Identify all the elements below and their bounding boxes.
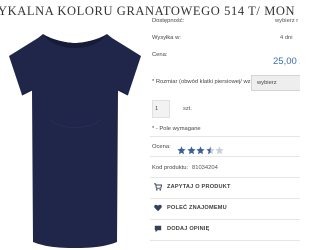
divider bbox=[150, 156, 300, 157]
shipping-value: 4 dni bbox=[280, 35, 293, 41]
size-select[interactable]: wybierz bbox=[251, 75, 300, 91]
quantity-unit: szt. bbox=[183, 106, 193, 112]
quantity-field[interactable] bbox=[152, 100, 170, 118]
cart-icon bbox=[154, 183, 162, 191]
quantity-input[interactable] bbox=[155, 103, 167, 115]
product-title: YKALNA KOLORU GRANATOWEGO 514 T/ MON bbox=[0, 4, 296, 18]
recommend-to-friend-button[interactable]: POLEĆ ZNAJOMEMU bbox=[150, 201, 300, 217]
comment-icon bbox=[154, 225, 162, 233]
size-label: * Rozmiar (obwód klatki piersiowej/ wzro… bbox=[152, 79, 264, 85]
required-note: * - Pole wymagane bbox=[152, 126, 201, 132]
add-review-label: DODAJ OPINIĘ bbox=[167, 226, 210, 232]
shipping-label: Wysyłka w: bbox=[152, 35, 181, 41]
product-code-value: 81034204 bbox=[192, 165, 218, 171]
availability-value: wybierz r bbox=[275, 18, 299, 24]
rating-label: Ocena: bbox=[152, 144, 171, 150]
star-icon bbox=[196, 146, 205, 155]
ask-about-product-label: ZAPYTAJ O PRODUKT bbox=[167, 184, 231, 190]
product-code-label: Kod produktu: bbox=[152, 165, 189, 171]
add-review-button[interactable]: DODAJ OPINIĘ bbox=[150, 222, 300, 238]
star-icon bbox=[177, 146, 186, 155]
divider bbox=[150, 177, 300, 178]
star-icon bbox=[215, 146, 224, 155]
ask-about-product-button[interactable]: ZAPYTAJ O PRODUKT bbox=[150, 180, 300, 196]
product-image[interactable] bbox=[0, 30, 150, 250]
divider bbox=[150, 219, 300, 220]
rating-stars bbox=[177, 142, 225, 155]
divider bbox=[150, 136, 300, 137]
price-label: Cena: bbox=[152, 52, 168, 58]
price-value: 25,00 z bbox=[273, 56, 300, 67]
availability-label: Dostępność: bbox=[152, 18, 185, 24]
product-page: YKALNA KOLORU GRANATOWEGO 514 T/ MON Dos… bbox=[0, 0, 300, 250]
heart-icon bbox=[154, 204, 162, 212]
divider bbox=[150, 198, 300, 199]
divider bbox=[150, 240, 300, 241]
recommend-to-friend-label: POLEĆ ZNAJOMEMU bbox=[167, 205, 227, 211]
star-icon bbox=[205, 146, 215, 155]
star-icon bbox=[186, 146, 196, 155]
